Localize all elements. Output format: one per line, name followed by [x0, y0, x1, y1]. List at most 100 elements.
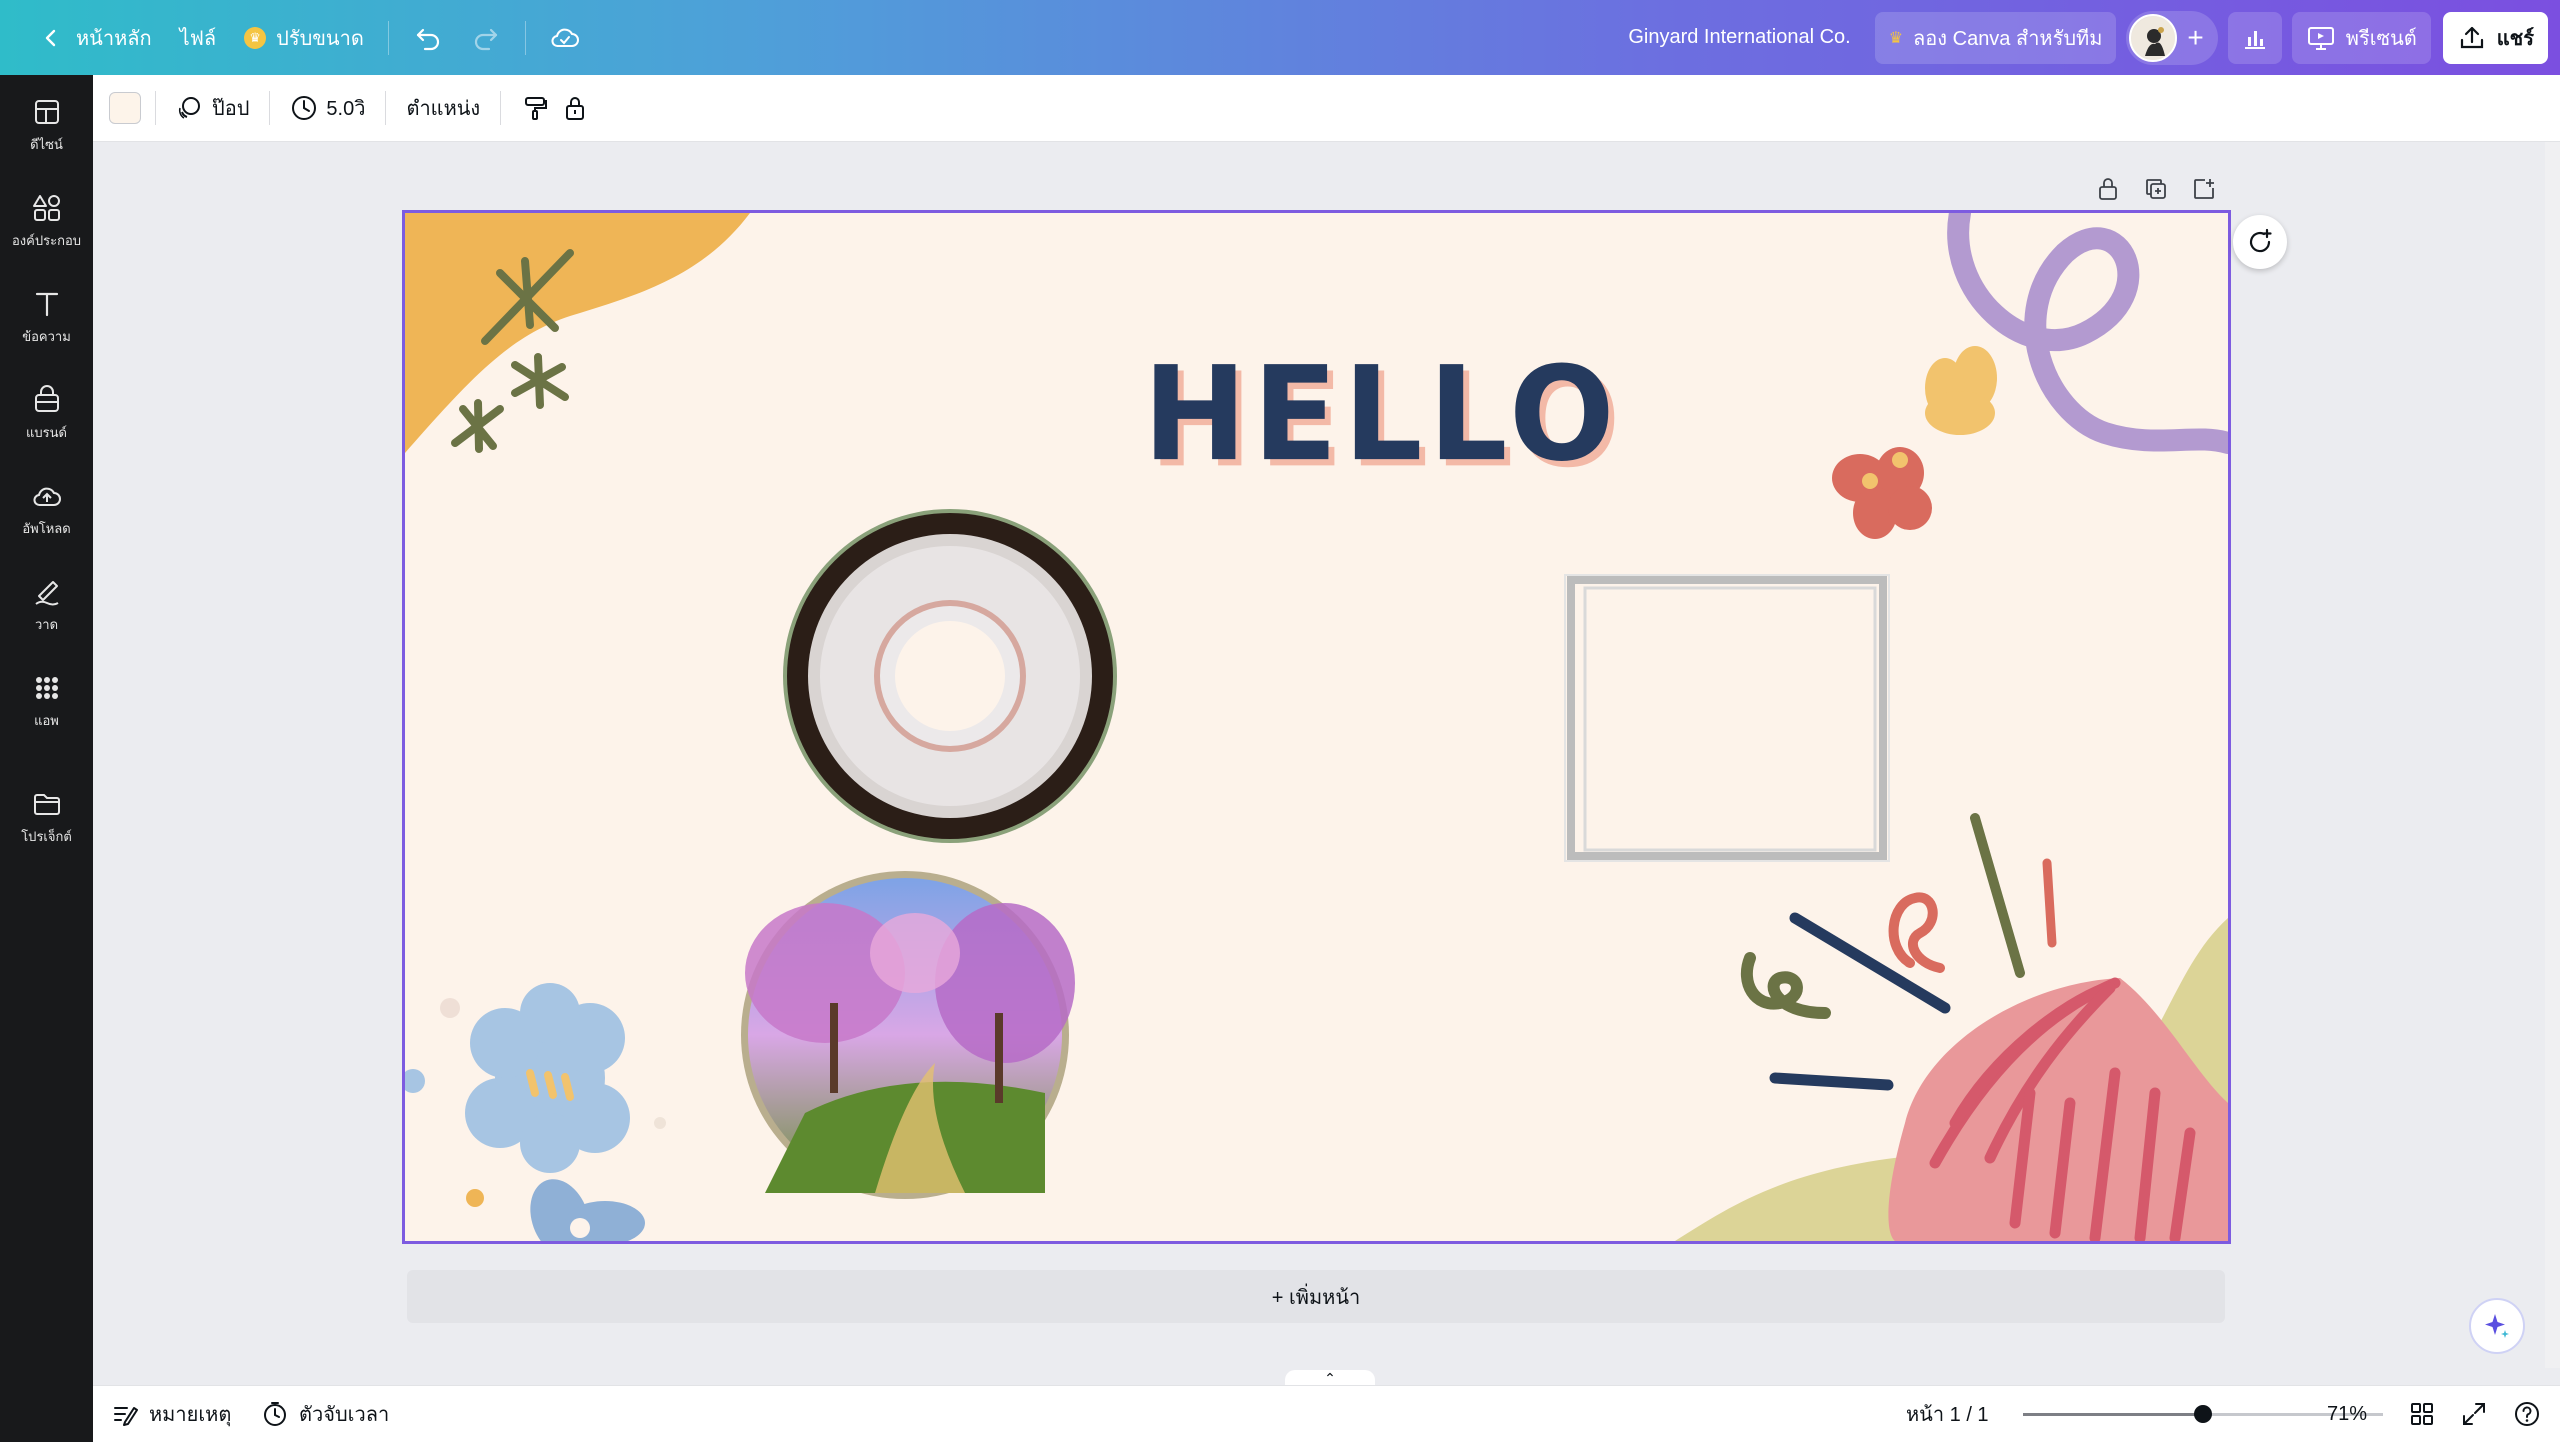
- shapes-icon: [32, 194, 60, 221]
- clock-icon: [292, 96, 317, 120]
- resize-button[interactable]: ♛ ปรับขนาด: [230, 12, 378, 64]
- sidebar-item-apps[interactable]: แอพ: [0, 661, 93, 741]
- team-name[interactable]: Ginyard International Co.: [1614, 12, 1864, 64]
- redo-button[interactable]: [457, 12, 515, 64]
- help-icon: [2515, 1402, 2539, 1426]
- add-page-label: + เพิ่มหน้า: [1271, 1286, 1361, 1309]
- collaborators-group: +: [2126, 10, 2218, 65]
- red-flower-shape: [1832, 447, 1932, 539]
- try-canva-label: ลอง Canva สำหรับทีม: [1913, 27, 2103, 50]
- headline-text[interactable]: HELLO: [1143, 339, 1621, 490]
- purple-swirl-shape: [1947, 213, 2228, 454]
- sidebar-item-text[interactable]: ข้อความ: [0, 277, 93, 357]
- left-sidebar: ดีไซน์ องค์ประกอบ ข้อความ แบรนด์ อัพโหลด…: [0, 75, 93, 1442]
- vertical-scrollbar[interactable]: [2545, 142, 2560, 1368]
- tape-roll-image: [783, 509, 1117, 843]
- chevron-up-icon: ⌃: [1324, 1369, 1336, 1386]
- try-canva-teams-button[interactable]: ♛ ลอง Canva สำหรับทีม: [1874, 11, 2117, 64]
- grid-view-button[interactable]: [2409, 1401, 2435, 1427]
- home-button[interactable]: หน้าหลัก: [22, 12, 166, 64]
- regenerate-button[interactable]: [2233, 215, 2287, 269]
- design-canvas[interactable]: HELLO: [402, 210, 2231, 1244]
- chevron-left-icon: [36, 23, 66, 53]
- lock-button[interactable]: [555, 85, 595, 131]
- red-line-doodle: [2042, 858, 2057, 948]
- help-button[interactable]: [2513, 1400, 2541, 1428]
- resize-label: ปรับขนาด: [276, 27, 364, 50]
- fullscreen-button[interactable]: [2461, 1401, 2487, 1427]
- file-menu-button[interactable]: ไฟล์: [166, 12, 230, 64]
- zoom-level-button[interactable]: 71%: [2327, 1403, 2367, 1426]
- divider: [387, 20, 389, 55]
- zoom-level-label: 71%: [2327, 1402, 2368, 1425]
- position-label: ตำแหน่ง: [406, 98, 481, 120]
- team-name-label: Ginyard International Co.: [1628, 26, 1851, 48]
- present-button[interactable]: พรีเซนต์: [2291, 11, 2431, 64]
- circle-photo-frame: [741, 871, 1075, 1199]
- zoom-slider-knob[interactable]: [2194, 1405, 2212, 1423]
- olive-line-doodle: [1970, 813, 2025, 978]
- refresh-plus-icon: [2249, 228, 2272, 253]
- animate-button[interactable]: ป๊อป: [170, 85, 255, 131]
- duration-button[interactable]: 5.0วิ: [284, 85, 371, 131]
- upload-icon: [2457, 23, 2487, 53]
- draw-icon: [34, 580, 59, 605]
- sidebar-item-projects[interactable]: โปรเจ็กต์: [0, 777, 93, 857]
- paint-roller-icon: [525, 97, 548, 120]
- copy-style-button[interactable]: [515, 85, 555, 131]
- sidebar-item-draw[interactable]: วาด: [0, 565, 93, 645]
- lock-page-icon[interactable]: [2095, 176, 2121, 202]
- sidebar-item-label: โปรเจ็กต์: [21, 828, 72, 844]
- share-label: แชร์: [2496, 27, 2534, 50]
- bottom-bar: หมายเหตุ ตัวจับเวลา หน้า 1 / 1 71%: [93, 1385, 2560, 1442]
- file-label: ไฟล์: [179, 27, 217, 50]
- blue-petal-shape: [530, 1179, 645, 1241]
- sidebar-item-design[interactable]: ดีไซน์: [0, 85, 93, 165]
- position-button[interactable]: ตำแหน่ง: [400, 85, 486, 131]
- upload-cloud-icon: [32, 487, 61, 506]
- avatar[interactable]: [2129, 13, 2178, 62]
- dot-shape: [466, 1189, 484, 1207]
- sidebar-item-label: ดีไซน์: [30, 136, 63, 152]
- red-curl-doodle: [1888, 892, 1945, 973]
- lock-open-icon: [566, 97, 585, 120]
- sidebar-item-uploads[interactable]: อัพโหลด: [0, 469, 93, 549]
- divider: [524, 20, 526, 55]
- add-page-icon[interactable]: [2191, 176, 2217, 202]
- bar-chart-icon: [2240, 23, 2270, 53]
- save-status-button[interactable]: [536, 12, 594, 64]
- animation-icon: [178, 97, 200, 119]
- analytics-button[interactable]: [2227, 11, 2282, 64]
- divider: [269, 91, 271, 125]
- add-collaborator-icon[interactable]: +: [2187, 23, 2203, 52]
- sidebar-item-label: ข้อความ: [22, 328, 71, 344]
- zoom-slider-fill: [2023, 1413, 2203, 1416]
- present-label: พรีเซนต์: [2345, 27, 2417, 50]
- sidebar-item-label: องค์ประกอบ: [12, 232, 81, 248]
- magic-assistant-button[interactable]: [2469, 1298, 2525, 1354]
- timer-icon: [264, 1402, 286, 1426]
- layout-icon: [34, 99, 59, 124]
- yellow-blob-shape: [405, 213, 750, 453]
- sidebar-item-elements[interactable]: องค์ประกอบ: [0, 181, 93, 261]
- blue-flower-shape: [465, 983, 630, 1173]
- page-indicator[interactable]: หน้า 1 / 1: [1906, 1398, 1989, 1430]
- sidebar-item-label: วาด: [34, 616, 59, 632]
- sparkle-icon: [2485, 1314, 2509, 1338]
- share-button[interactable]: แชร์: [2442, 11, 2548, 64]
- timer-button[interactable]: ตัวจับเวลา: [261, 1398, 389, 1430]
- dot-shape: [440, 998, 460, 1018]
- sidebar-item-label: แอพ: [34, 712, 59, 728]
- apps-grid-icon: [35, 676, 58, 699]
- undo-button[interactable]: [399, 12, 457, 64]
- crown-icon: ♛: [1888, 29, 1904, 47]
- add-page-button[interactable]: + เพิ่มหน้า: [407, 1270, 2225, 1323]
- background-color-swatch[interactable]: [109, 92, 141, 124]
- collapse-pages-button[interactable]: ⌃: [1285, 1370, 1375, 1386]
- top-bar: หน้าหลัก ไฟล์ ♛ ปรับขนาด Ginyard Interna…: [0, 0, 2560, 75]
- divider: [155, 91, 156, 125]
- dot-shape: [405, 1069, 425, 1093]
- notes-button[interactable]: หมายเหตุ: [111, 1398, 231, 1430]
- sidebar-item-brand[interactable]: แบรนด์: [0, 373, 93, 453]
- duplicate-page-icon[interactable]: [2143, 176, 2169, 202]
